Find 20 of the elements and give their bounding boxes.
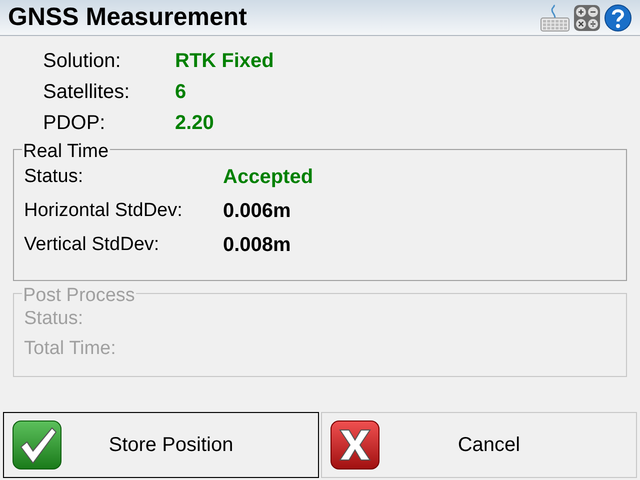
field-label: Status: <box>24 164 84 189</box>
field-label: Vertical StdDev: <box>24 232 160 257</box>
checkmark-icon <box>12 420 62 470</box>
field-value: RTK Fixed <box>175 49 274 74</box>
field-label: Satellites: <box>43 80 131 105</box>
store-button[interactable]: Store Position <box>3 412 319 478</box>
cancel-button[interactable]: Cancel <box>321 412 637 478</box>
field-label: Total Time: <box>24 336 117 361</box>
field-value: Accepted <box>223 165 314 190</box>
field-label: PDOP: <box>43 111 106 136</box>
field-value: 0.006m <box>223 199 291 224</box>
field-value: 0.008m <box>223 233 291 258</box>
field-label: Horizontal StdDev: <box>24 198 184 223</box>
field-label: Solution: <box>43 49 122 74</box>
calculator-icon[interactable] <box>574 4 600 30</box>
cross-icon <box>330 420 380 470</box>
window-title: GNSS Measurement <box>8 2 247 33</box>
field-value: 2.20 <box>175 111 214 136</box>
help-icon[interactable] <box>604 4 632 32</box>
field-value: 6 <box>175 80 186 105</box>
